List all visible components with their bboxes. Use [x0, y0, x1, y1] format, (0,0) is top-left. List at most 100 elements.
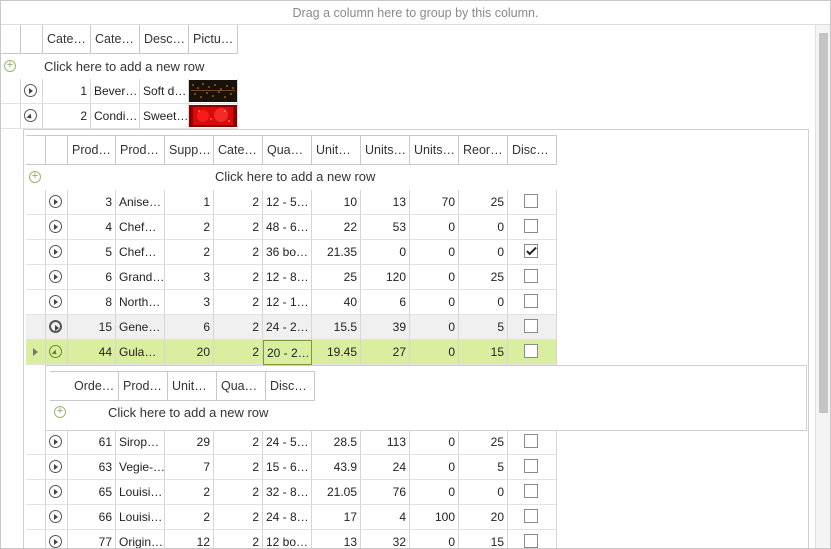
product-id-cell[interactable]: 77 [68, 530, 116, 548]
product-id-cell[interactable]: 5 [68, 240, 116, 265]
supplier-id-cell[interactable]: 29 [165, 430, 214, 455]
category-id-cell[interactable]: 2 [214, 530, 263, 548]
quantity-per-unit-cell[interactable]: 15 - 6… [263, 455, 312, 480]
discontinued-checkbox[interactable] [524, 219, 538, 233]
column-header-order-detail-2[interactable]: Prod… [119, 371, 168, 401]
add-new-row[interactable]: Click here to add a new row [44, 56, 204, 78]
expander-cell[interactable] [46, 530, 68, 548]
expand-icon[interactable] [49, 270, 62, 283]
column-header-unit-price[interactable]: Unit… [312, 135, 361, 165]
discontinued-cell[interactable] [508, 190, 557, 215]
units-in-stock-cell[interactable]: 6 [361, 290, 410, 315]
column-header-order-detail-3[interactable]: Unit… [168, 371, 217, 401]
reorder-level-cell[interactable]: 25 [459, 430, 508, 455]
product-name-cell[interactable]: Gene… [116, 315, 165, 340]
discontinued-checkbox[interactable] [524, 459, 538, 473]
expander-cell[interactable] [46, 290, 68, 315]
discontinued-checkbox[interactable] [524, 194, 538, 208]
expander-cell[interactable] [46, 455, 68, 480]
supplier-id-cell[interactable]: 12 [165, 530, 214, 548]
category-id-cell[interactable]: 2 [214, 290, 263, 315]
units-on-order-cell[interactable]: 0 [410, 530, 459, 548]
expander-cell[interactable] [46, 265, 68, 290]
units-in-stock-cell[interactable]: 120 [361, 265, 410, 290]
product-name-cell[interactable]: Louisi… [116, 480, 165, 505]
expand-icon[interactable] [49, 245, 62, 258]
discontinued-cell[interactable] [508, 480, 557, 505]
discontinued-checkbox[interactable] [524, 319, 538, 333]
unit-price-cell[interactable]: 15.5 [312, 315, 361, 340]
expander-cell[interactable] [46, 315, 68, 340]
category-id-cell[interactable]: 2 [214, 265, 263, 290]
discontinued-checkbox[interactable] [524, 484, 538, 498]
discontinued-cell[interactable] [508, 315, 557, 340]
reorder-level-cell[interactable]: 0 [459, 240, 508, 265]
column-header-order-detail-1[interactable]: Orde… [70, 371, 119, 401]
reorder-level-cell[interactable]: 5 [459, 455, 508, 480]
supplier-id-cell[interactable]: 20 [165, 340, 214, 365]
units-on-order-cell[interactable]: 0 [410, 240, 459, 265]
units-in-stock-cell[interactable]: 13 [361, 190, 410, 215]
column-header-discontinued[interactable]: Disc… [508, 135, 557, 165]
discontinued-cell[interactable] [508, 265, 557, 290]
quantity-per-unit-cell[interactable]: 48 - 6… [263, 215, 312, 240]
reorder-level-cell[interactable]: 0 [459, 215, 508, 240]
expander-cell[interactable] [46, 480, 68, 505]
category-id-cell[interactable]: 2 [214, 240, 263, 265]
quantity-per-unit-cell[interactable]: 24 - 2… [263, 315, 312, 340]
description-cell[interactable]: Soft d… [140, 79, 189, 104]
category-id-cell[interactable]: 2 [214, 430, 263, 455]
product-id-cell[interactable]: 8 [68, 290, 116, 315]
units-in-stock-cell[interactable]: 27 [361, 340, 410, 365]
reorder-level-cell[interactable]: 25 [459, 265, 508, 290]
units-in-stock-cell[interactable]: 32 [361, 530, 410, 548]
discontinued-cell[interactable] [508, 215, 557, 240]
category-name-cell[interactable]: Condi… [91, 104, 140, 129]
product-name-cell[interactable]: Louisi… [116, 505, 165, 530]
quantity-per-unit-cell[interactable]: 12 bo… [263, 530, 312, 548]
expand-icon[interactable] [49, 320, 62, 333]
unit-price-cell[interactable]: 10 [312, 190, 361, 215]
expander-cell[interactable] [46, 505, 68, 530]
units-on-order-cell[interactable]: 0 [410, 455, 459, 480]
reorder-level-cell[interactable]: 25 [459, 190, 508, 215]
discontinued-checkbox[interactable] [524, 269, 538, 283]
discontinued-checkbox[interactable] [524, 434, 538, 448]
column-header-category-id[interactable]: Cate… [214, 135, 263, 165]
add-new-row[interactable]: Click here to add a new row [215, 166, 375, 188]
add-row-icon[interactable]: + [29, 171, 41, 183]
product-id-cell[interactable]: 15 [68, 315, 116, 340]
column-header-product-id[interactable]: Prod… [68, 135, 116, 165]
expander-cell[interactable] [21, 79, 43, 104]
expand-icon[interactable] [24, 84, 37, 97]
expander-cell[interactable] [21, 104, 43, 129]
column-header-category-name[interactable]: Cate… [91, 25, 140, 54]
picture-cell[interactable] [189, 104, 238, 129]
product-id-cell[interactable]: 4 [68, 215, 116, 240]
product-id-cell[interactable]: 3 [68, 190, 116, 215]
product-name-cell[interactable]: Vegie-… [116, 455, 165, 480]
column-header-category-id[interactable]: Cate… [43, 25, 91, 54]
discontinued-cell[interactable] [508, 290, 557, 315]
add-new-row[interactable]: Click here to add a new row [108, 402, 268, 424]
product-id-cell[interactable]: 66 [68, 505, 116, 530]
supplier-id-cell[interactable]: 7 [165, 455, 214, 480]
reorder-level-cell[interactable]: 15 [459, 530, 508, 548]
column-header-order-detail-5[interactable]: Disc… [266, 371, 315, 401]
category-id-cell[interactable]: 2 [214, 505, 263, 530]
discontinued-cell[interactable] [508, 430, 557, 455]
category-id-cell[interactable]: 1 [43, 79, 91, 104]
discontinued-cell[interactable] [508, 240, 557, 265]
product-name-cell[interactable]: Grand… [116, 265, 165, 290]
expander-cell[interactable] [46, 240, 68, 265]
product-id-cell[interactable]: 63 [68, 455, 116, 480]
discontinued-checkbox[interactable] [524, 244, 538, 258]
quantity-per-unit-cell[interactable]: 32 - 8… [263, 480, 312, 505]
unit-price-cell[interactable]: 13 [312, 530, 361, 548]
unit-price-cell[interactable]: 43.9 [312, 455, 361, 480]
supplier-id-cell[interactable]: 3 [165, 265, 214, 290]
units-in-stock-cell[interactable]: 113 [361, 430, 410, 455]
units-on-order-cell[interactable]: 0 [410, 265, 459, 290]
unit-price-cell[interactable]: 17 [312, 505, 361, 530]
add-row-icon[interactable]: + [54, 406, 66, 418]
